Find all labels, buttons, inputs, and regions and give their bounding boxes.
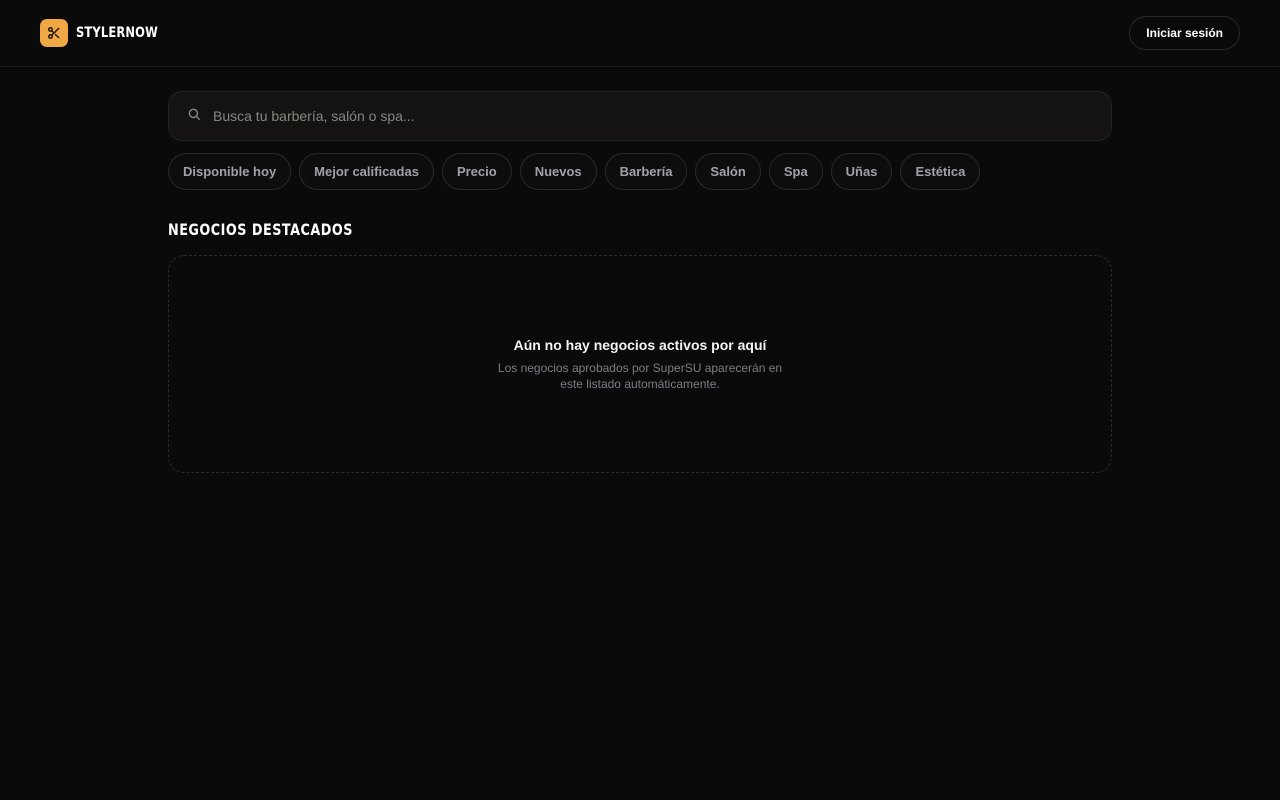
top-navbar: STYLERNOW Iniciar sesión	[0, 0, 1280, 67]
search-bar[interactable]	[168, 91, 1112, 141]
filter-chip-spa[interactable]: Spa	[768, 153, 823, 190]
filter-chip-salon[interactable]: Salón	[695, 153, 761, 190]
main-content: Disponible hoy Mejor calificadas Precio …	[168, 67, 1112, 473]
filter-chip-unas[interactable]: Uñas	[830, 153, 893, 190]
search-input[interactable]	[213, 108, 1093, 124]
search-icon	[187, 107, 201, 126]
filter-chip-estetica[interactable]: Estética	[900, 153, 981, 190]
empty-state: Aún no hay negocios activos por aquí Los…	[168, 255, 1112, 473]
filter-chip-nuevos[interactable]: Nuevos	[519, 153, 597, 190]
empty-state-title: Aún no hay negocios activos por aquí	[513, 336, 767, 353]
login-button[interactable]: Iniciar sesión	[1129, 16, 1240, 50]
brand[interactable]: STYLERNOW	[40, 19, 176, 47]
scissors-icon	[40, 19, 68, 47]
filter-chip-barberia[interactable]: Barbería	[604, 153, 688, 190]
section-title: NEGOCIOS DESTACADOS	[168, 220, 353, 239]
empty-state-description: Los negocios aprobados por SuperSU apare…	[497, 360, 783, 391]
filter-chips: Disponible hoy Mejor calificadas Precio …	[168, 153, 1112, 190]
brand-name: STYLERNOW	[76, 25, 158, 41]
filter-chip-disponible-hoy[interactable]: Disponible hoy	[168, 153, 292, 190]
filter-chip-mejor-calificadas[interactable]: Mejor calificadas	[299, 153, 434, 190]
filter-chip-precio[interactable]: Precio	[441, 153, 512, 190]
